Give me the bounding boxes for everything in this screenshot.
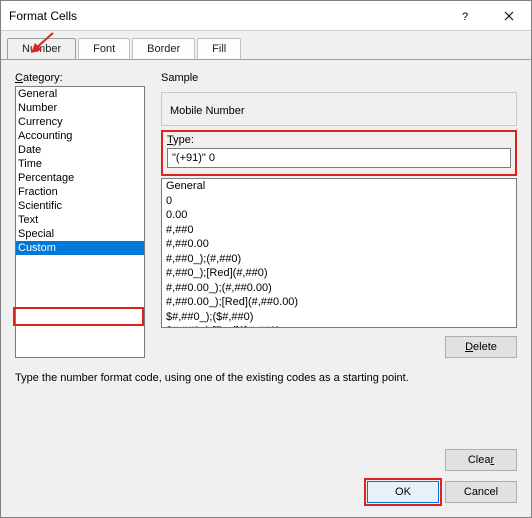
format-item[interactable]: #,##0.00_);[Red](#,##0.00) — [162, 295, 516, 310]
tab-border[interactable]: Border — [132, 38, 195, 60]
hint-text: Type the number format code, using one o… — [15, 372, 517, 384]
dialog-buttons: OK Cancel — [1, 481, 531, 517]
format-cells-dialog: Format Cells ? NumberFontBorderFill Cate… — [0, 0, 532, 518]
category-item[interactable]: Percentage — [16, 171, 144, 185]
category-item[interactable]: General — [16, 87, 144, 101]
tab-row: NumberFontBorderFill — [1, 31, 531, 59]
dialog-title: Format Cells — [9, 9, 443, 23]
delete-button[interactable]: Delete — [445, 336, 517, 358]
format-item[interactable]: General — [162, 179, 516, 194]
format-item[interactable]: #,##0_);[Red](#,##0) — [162, 266, 516, 281]
category-item[interactable]: Number — [16, 101, 144, 115]
category-item[interactable]: Special — [16, 227, 144, 241]
category-item[interactable]: Date — [16, 143, 144, 157]
format-item[interactable]: 0 — [162, 194, 516, 209]
category-item[interactable]: Accounting — [16, 129, 144, 143]
type-group-highlight: Type: — [161, 130, 517, 176]
tab-fill[interactable]: Fill — [197, 38, 241, 60]
category-item[interactable]: Currency — [16, 115, 144, 129]
tab-panel-number: Category: GeneralNumberCurrencyAccountin… — [1, 59, 531, 449]
titlebar: Format Cells ? — [1, 1, 531, 31]
clear-button[interactable]: Clear — [445, 449, 517, 471]
ok-button[interactable]: OK — [367, 481, 439, 503]
cancel-button[interactable]: Cancel — [445, 481, 517, 503]
sample-label: Sample — [161, 72, 517, 84]
format-item[interactable]: #,##0_);(#,##0) — [162, 252, 516, 267]
category-item[interactable]: Time — [16, 157, 144, 171]
category-item[interactable]: Custom — [16, 241, 144, 255]
format-item[interactable]: #,##0 — [162, 223, 516, 238]
tab-font[interactable]: Font — [78, 38, 130, 60]
category-listbox[interactable]: GeneralNumberCurrencyAccountingDateTimeP… — [15, 86, 145, 358]
format-item[interactable]: $#,##0_);($#,##0) — [162, 310, 516, 325]
format-item[interactable]: #,##0.00 — [162, 237, 516, 252]
category-item[interactable]: Scientific — [16, 199, 144, 213]
help-icon[interactable]: ? — [443, 1, 487, 31]
tab-number[interactable]: Number — [7, 38, 76, 60]
format-item[interactable]: 0.00 — [162, 208, 516, 223]
type-label: Type: — [167, 134, 194, 146]
sample-value: Mobile Number — [170, 105, 508, 117]
close-icon[interactable] — [487, 1, 531, 31]
format-item[interactable]: $#,##0_);[Red]($#,##0) — [162, 324, 516, 328]
category-label: Category: — [15, 72, 145, 84]
category-item[interactable]: Fraction — [16, 185, 144, 199]
category-item[interactable]: Text — [16, 213, 144, 227]
format-list[interactable]: General00.00#,##0#,##0.00#,##0_);(#,##0)… — [161, 178, 517, 328]
svg-text:?: ? — [462, 11, 468, 21]
format-item[interactable]: #,##0.00_);(#,##0.00) — [162, 281, 516, 296]
sample-box: Mobile Number — [161, 92, 517, 126]
type-input[interactable] — [167, 148, 511, 168]
